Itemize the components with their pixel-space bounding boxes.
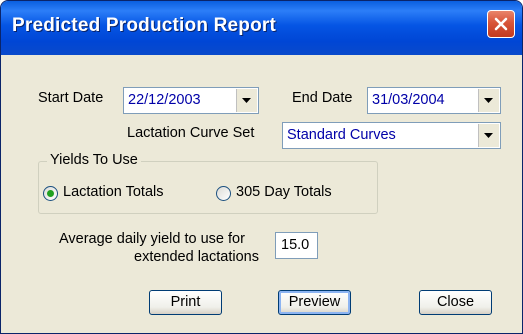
end-date-value: 31/03/2004 bbox=[372, 92, 445, 108]
end-date-label: End Date bbox=[292, 90, 353, 106]
end-date-picker[interactable]: 31/03/2004 bbox=[367, 87, 501, 114]
close-button[interactable]: Close bbox=[419, 290, 492, 315]
dialog-window: Predicted Production Report Start Date 2… bbox=[0, 0, 523, 334]
lactation-curve-label: Lactation Curve Set bbox=[127, 125, 255, 141]
chevron-down-icon bbox=[484, 98, 493, 103]
average-yield-input[interactable]: 15.0 bbox=[275, 232, 318, 259]
305-day-totals-label[interactable]: 305 Day Totals bbox=[236, 184, 332, 200]
average-yield-value: 15.0 bbox=[281, 237, 310, 253]
radio-selected-dot bbox=[47, 190, 54, 197]
chevron-down-icon bbox=[484, 133, 493, 138]
lactation-curve-select[interactable]: Standard Curves bbox=[282, 122, 501, 149]
end-date-dropdown-button[interactable] bbox=[478, 89, 499, 112]
dialog-body: Start Date 22/12/2003 End Date 31/03/200… bbox=[1, 55, 522, 333]
yields-group-title: Yields To Use bbox=[47, 152, 141, 168]
average-yield-label-line2: extended lactations bbox=[134, 249, 259, 265]
lactation-totals-label[interactable]: Lactation Totals bbox=[63, 184, 164, 200]
close-window-button[interactable] bbox=[487, 10, 515, 38]
preview-button[interactable]: Preview bbox=[278, 290, 351, 315]
average-yield-label-line1: Average daily yield to use for bbox=[59, 231, 245, 247]
start-date-dropdown-button[interactable] bbox=[236, 89, 257, 112]
chevron-down-icon bbox=[242, 98, 251, 103]
start-date-label: Start Date bbox=[38, 90, 104, 106]
print-button[interactable]: Print bbox=[149, 290, 222, 315]
lactation-curve-dropdown-button[interactable] bbox=[478, 124, 499, 147]
lactation-curve-value: Standard Curves bbox=[287, 127, 396, 143]
window-title: Predicted Production Report bbox=[12, 15, 277, 36]
start-date-picker[interactable]: 22/12/2003 bbox=[123, 87, 259, 114]
305-day-totals-radio[interactable] bbox=[216, 186, 231, 201]
lactation-totals-radio[interactable] bbox=[43, 186, 58, 201]
start-date-value: 22/12/2003 bbox=[128, 92, 201, 108]
title-bar[interactable]: Predicted Production Report bbox=[1, 1, 522, 55]
yields-group: Yields To Use Lactation Totals 305 Day T… bbox=[38, 152, 378, 214]
